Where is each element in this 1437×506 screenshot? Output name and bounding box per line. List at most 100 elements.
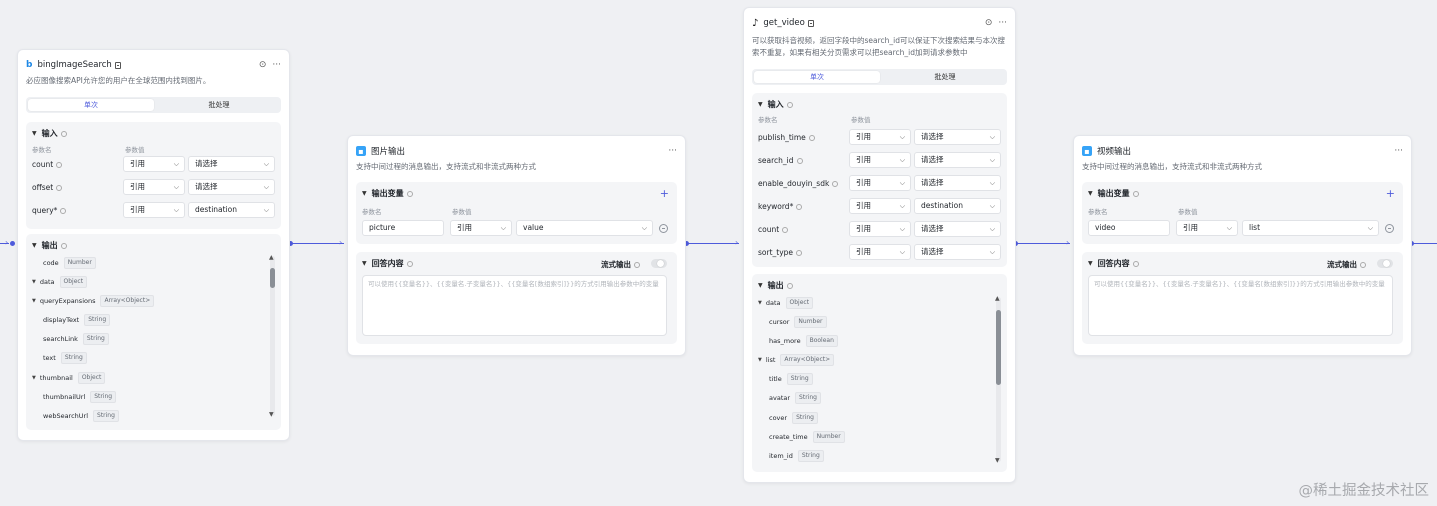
add-icon[interactable]: +: [1386, 188, 1395, 199]
value-select[interactable]: destination ⌵: [188, 202, 275, 218]
ref-select[interactable]: 引用 ⌵: [123, 179, 185, 195]
section-title: 输入: [41, 129, 58, 138]
node-title: 图片输出: [371, 147, 406, 157]
value-select[interactable]: list ⌵: [1242, 220, 1379, 236]
section-title: 输出: [41, 241, 58, 250]
collapse-icon[interactable]: ▼: [32, 130, 37, 137]
param-name: search_id: [758, 156, 803, 165]
value-select[interactable]: 请选择 ⌵: [914, 175, 1001, 191]
ref-select[interactable]: 引用 ⌵: [450, 220, 512, 236]
chevron-down-icon: ⌵: [989, 156, 995, 164]
more-icon[interactable]: ···: [272, 60, 281, 70]
chevron-down-icon: ⌵: [989, 179, 995, 187]
ref-select[interactable]: 引用 ⌵: [849, 198, 911, 214]
play-icon[interactable]: ⊙: [259, 60, 267, 70]
col-param-header: 参数名: [758, 116, 778, 124]
remove-icon[interactable]: [1385, 224, 1394, 233]
scroll-up-icon: ▲: [995, 295, 1000, 302]
content-textarea[interactable]: 可以使用{{变量名}}、{{变量名.子变量名}}、{{变量名[数组索引]}}的方…: [362, 275, 667, 336]
param-name: query*: [32, 206, 67, 215]
ref-select[interactable]: 引用 ⌵: [849, 175, 911, 191]
node-header: b bingImageSearch ⊙ ···: [26, 58, 281, 72]
expand-icon[interactable]: ▼: [32, 279, 36, 285]
value-select[interactable]: value ⌵: [516, 220, 653, 236]
info-icon: [782, 226, 789, 233]
doc-icon[interactable]: [807, 19, 814, 27]
col-param-header: 参数名: [362, 208, 382, 216]
param-name: enable_douyin_sdk: [758, 179, 839, 188]
get-video-node[interactable]: ♪ get_video ⊙ ··· 可以获取抖音视频，返回字段中的search_…: [743, 7, 1016, 483]
play-icon[interactable]: ⊙: [985, 18, 993, 28]
collapse-icon[interactable]: ▼: [32, 242, 37, 249]
param-name: count: [758, 225, 789, 234]
more-icon[interactable]: ···: [668, 146, 677, 156]
info-icon: [60, 207, 67, 214]
scrollbar[interactable]: ▲ ▼: [269, 254, 275, 418]
bing-image-search-node[interactable]: b bingImageSearch ⊙ ··· 必应图像搜索API允许您的用户在…: [17, 49, 290, 441]
video-output-node[interactable]: ▪ 视频输出 ··· 支持中间过程的消息输出，支持流式和非流式两种方式 ▼ 输出变…: [1073, 135, 1412, 356]
scroll-down-icon: ▼: [269, 411, 274, 418]
expand-icon[interactable]: ▼: [32, 375, 36, 381]
stream-toggle[interactable]: [1377, 259, 1393, 268]
ref-select[interactable]: 引用 ⌵: [849, 129, 911, 145]
remove-icon[interactable]: [659, 224, 668, 233]
chevron-down-icon: ⌵: [899, 156, 905, 164]
stream-label: 流式输出: [1327, 259, 1366, 270]
value-select[interactable]: 请选择 ⌵: [914, 152, 1001, 168]
chevron-down-icon: ⌵: [1367, 224, 1373, 232]
param-name-input[interactable]: picture: [362, 220, 444, 236]
tab-single[interactable]: 单次: [28, 99, 154, 111]
info-icon: [832, 180, 839, 187]
chevron-down-icon: ⌵: [641, 224, 647, 232]
chevron-down-icon: ⌵: [899, 202, 905, 210]
info-icon: [60, 130, 67, 137]
col-value-header: 参数值: [452, 208, 472, 216]
image-output-node[interactable]: ▪ 图片输出 ··· 支持中间过程的消息输出，支持流式和非流式两种方式 ▼ 输出变…: [347, 135, 686, 356]
col-param-header: 参数名: [32, 146, 52, 154]
scrollbar[interactable]: ▲ ▼: [995, 295, 1001, 464]
content-textarea[interactable]: 可以使用{{变量名}}、{{变量名.子变量名}}、{{变量名[数组索引]}}的方…: [1088, 275, 1393, 336]
ref-select[interactable]: 引用 ⌵: [123, 156, 185, 172]
value-select[interactable]: destination ⌵: [914, 198, 1001, 214]
stream-toggle[interactable]: [651, 259, 667, 268]
chevron-down-icon: ⌵: [989, 225, 995, 233]
tab-batch[interactable]: 批处理: [156, 99, 282, 111]
expand-icon[interactable]: ▼: [758, 357, 762, 363]
ref-select[interactable]: 引用 ⌵: [849, 244, 911, 260]
answer-content-section: ▼ 回答内容 流式输出 可以使用{{变量名}}、{{变量名.子变量名}}、{{变量…: [1082, 252, 1403, 344]
tab-single[interactable]: 单次: [754, 71, 880, 83]
more-icon[interactable]: ···: [1394, 146, 1403, 156]
add-icon[interactable]: +: [660, 188, 669, 199]
value-select[interactable]: 请选择 ⌵: [914, 129, 1001, 145]
ref-select[interactable]: 引用 ⌵: [1176, 220, 1238, 236]
value-select[interactable]: 请选择 ⌵: [188, 179, 275, 195]
output-row: cover String: [769, 412, 818, 424]
output-variable-section: ▼ 输出变量 + 参数名 参数值 video 引用 ⌵ list ⌵: [1082, 182, 1403, 244]
chevron-down-icon: ⌵: [899, 133, 905, 141]
collapse-icon[interactable]: ▼: [362, 190, 367, 197]
expand-icon[interactable]: ▼: [758, 300, 762, 306]
param-name-input[interactable]: video: [1088, 220, 1170, 236]
value-select[interactable]: 请选择 ⌵: [914, 221, 1001, 237]
collapse-icon[interactable]: ▼: [362, 260, 367, 267]
collapse-icon[interactable]: ▼: [1088, 190, 1093, 197]
ref-select[interactable]: 引用 ⌵: [849, 152, 911, 168]
doc-icon[interactable]: [114, 61, 121, 69]
info-icon: [634, 261, 640, 268]
output-row: displayText String: [43, 314, 111, 326]
collapse-icon[interactable]: ▼: [1088, 260, 1093, 267]
chevron-down-icon: ⌵: [899, 248, 905, 256]
info-icon: [56, 184, 63, 191]
collapse-icon[interactable]: ▼: [758, 101, 763, 108]
ref-select[interactable]: 引用 ⌵: [849, 221, 911, 237]
tab-batch[interactable]: 批处理: [882, 71, 1008, 83]
more-icon[interactable]: ···: [998, 18, 1007, 28]
node-title: bingImageSearch: [37, 60, 112, 70]
value-select[interactable]: 请选择 ⌵: [188, 156, 275, 172]
ref-select[interactable]: 引用 ⌵: [123, 202, 185, 218]
expand-icon[interactable]: ▼: [32, 298, 36, 304]
output-row: ▼ data Object: [32, 276, 88, 288]
param-name: count: [32, 160, 63, 169]
collapse-icon[interactable]: ▼: [758, 282, 763, 289]
value-select[interactable]: 请选择 ⌵: [914, 244, 1001, 260]
